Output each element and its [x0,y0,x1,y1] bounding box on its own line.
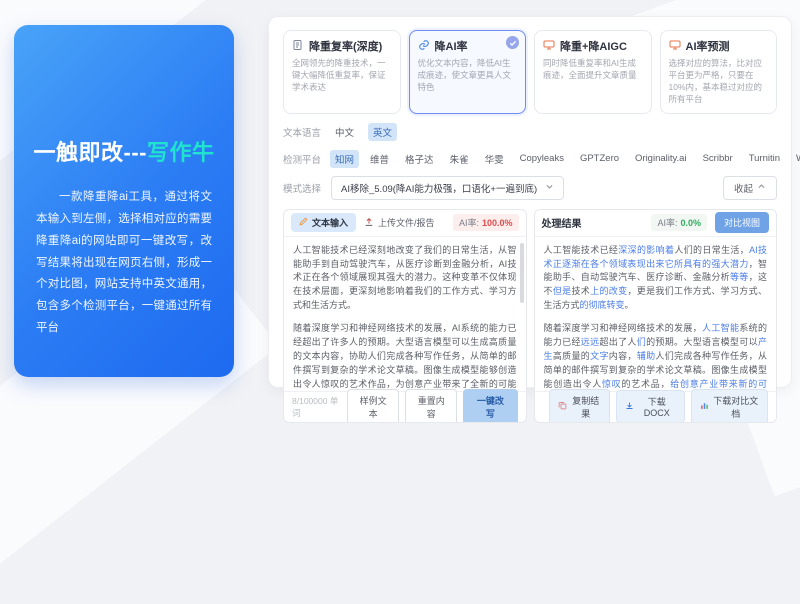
copy-icon [558,401,567,412]
language-row: 文本语言 中文 英文 [283,123,777,141]
input-textarea[interactable]: 人工智能技术已经深刻地改变了我们的日常生活，从智能助手到自动驾驶汽车，从医疗诊断… [284,237,526,391]
platform-option[interactable]: 维普 [365,150,394,168]
language-option-english[interactable]: 英文 [368,123,397,141]
ai-rate-label: AI率: [459,216,479,229]
feature-card-reduce-dup-aigc[interactable]: 降重+降AIGC 同时降低重复率和AI生成痕迹，全面提升文章质量 [534,30,652,114]
mode-select-value: AI移除_5.09(降AI能力极强，口语化+一遍到底) [341,181,537,195]
hero-title-main: 一触即改--- [34,140,147,165]
platform-option[interactable]: Originality.ai [630,151,692,166]
feature-card-title: AI率预测 [686,38,730,54]
feature-card-ai-rate-predict[interactable]: AI率预测 选择对应的算法，比对应平台更为严格，只要在10%内，基本稳过对应的所… [660,30,778,114]
reset-content-button[interactable]: 重置内容 [405,389,457,423]
platform-option[interactable]: 知网 [330,150,359,168]
feature-card-title: 降重+降AIGC [560,38,627,54]
pencil-icon [299,217,308,228]
monitor-icon [543,39,555,54]
result-paragraph: 人工智能技术已经深深的影响着人们的日常生活，AI技术正逐渐在各个领域表现出来它所… [544,244,768,314]
mode-label: 模式选择 [283,181,321,195]
platform-option[interactable]: Turnitin [744,151,785,166]
result-panel: 处理结果 AI率: 0.0% 对比视图 人工智能技术已经深深的影响着人们的日常生… [534,209,778,423]
input-paragraph: 人工智能技术已经深刻地改变了我们的日常生活，从智能助手到自动驾驶汽车，从医疗诊断… [293,244,517,314]
language-option-chinese[interactable]: 中文 [330,123,359,141]
feature-card-title: 降AI率 [435,38,468,54]
input-panel-header: 文本输入 上传文件/报告 AI率: 100.0% [284,210,526,237]
download-compare-doc-label: 下载对比文档 [713,394,759,420]
feature-card-desc: 优化文本内容，降低AI生成痕迹，使文章更具人文特色 [418,58,518,94]
link-icon [418,39,430,54]
document-edit-icon [292,39,304,54]
chevron-down-icon [545,182,554,194]
hero-panel: 一触即改---写作牛 一款降重降ai工具，通过将文本输入到左侧，选择相对应的需要… [14,25,234,377]
tab-upload-file[interactable]: 上传文件/报告 [364,216,435,229]
platform-option[interactable]: 朱雀 [445,150,474,168]
mode-row: 模式选择 AI移除_5.09(降AI能力极强，口语化+一遍到底) 收起 [283,176,777,200]
platform-label: 检测平台 [283,152,321,166]
scrollbar[interactable] [520,243,524,303]
result-text-area[interactable]: 人工智能技术已经深深的影响着人们的日常生活，AI技术正逐渐在各个领域表现出来它所… [535,237,777,391]
compare-view-button[interactable]: 对比视图 [715,212,769,233]
feature-card-desc: 选择对应的算法，比对应平台更为严格，只要在10%内，基本稳过对应的所有平台 [669,58,769,106]
input-panel-footer: 8/100000 单词 样例文本 重置内容 一键改写 [284,391,526,422]
download-docx-button[interactable]: 下载DOCX [616,390,685,423]
result-panel-header: 处理结果 AI率: 0.0% 对比视图 [535,210,777,237]
rewrite-button[interactable]: 一键改写 [463,389,517,423]
platform-list: 知网维普格子达朱雀华雯 Copyleaks GPTZero Originality.a… [330,150,800,168]
platform-row: 检测平台 知网维普格子达朱雀华雯 Copyleaks GPTZero Original… [283,150,777,168]
result-paragraph: 随着深度学习和神经网络技术的发展，人工智能系统的能力已经远远超出了人们的预期。大… [544,322,768,390]
ai-rate-value: 0.0% [680,218,701,228]
hero-description: 一款降重降ai工具，通过将文本输入到左侧，选择相对应的需要降重降ai的网站即可一… [36,187,212,340]
result-panel-footer: 复制结果 下载DOCX 下载对比文档 [535,391,777,422]
platform-option[interactable]: Copyleaks [515,151,569,166]
feature-card-title: 降重复率(深度) [309,38,382,54]
main-card: 降重复率(深度) 全网领先的降重技术，一键大幅降低重复率，保证学术表达 降AI率… [268,16,792,388]
result-panel-title: 处理结果 [542,215,582,230]
editor-panels: 文本输入 上传文件/报告 AI率: 100.0% 人工智能技术已经深刻地改变了我… [283,209,777,423]
hero-title: 一触即改---写作牛 [14,135,234,167]
feature-cards-row: 降重复率(深度) 全网领先的降重技术，一键大幅降低重复率，保证学术表达 降AI率… [283,30,777,114]
feature-card-desc: 同时降低重复率和AI生成痕迹，全面提升文章质量 [543,58,643,82]
ai-rate-value: 100.0% [482,218,513,228]
tab-text-input-label: 文本输入 [312,216,348,229]
download-docx-label: 下载DOCX [638,395,676,418]
bar-chart-icon [700,401,709,412]
input-panel: 文本输入 上传文件/报告 AI率: 100.0% 人工智能技术已经深刻地改变了我… [283,209,527,423]
upload-icon [364,217,374,229]
platform-option[interactable]: Winston AI [791,151,800,166]
hero-title-accent: 写作牛 [147,140,215,165]
download-icon [625,401,634,412]
platform-option[interactable]: Scribbr [698,151,738,166]
platform-option[interactable]: 格子达 [400,150,439,168]
feature-card-reduce-duplication[interactable]: 降重复率(深度) 全网领先的降重技术，一键大幅降低重复率，保证学术表达 [283,30,401,114]
tab-upload-file-label: 上传文件/报告 [378,216,435,229]
tab-text-input[interactable]: 文本输入 [291,213,356,232]
monitor-icon [669,39,681,54]
chevron-up-icon [757,182,766,194]
copy-result-label: 复制结果 [571,394,601,420]
result-ai-rate-badge: AI率: 0.0% [651,214,707,231]
word-count: 8/100000 单词 [292,395,341,419]
check-icon [506,36,519,49]
platform-option[interactable]: 华雯 [480,150,509,168]
collapse-label: 收起 [734,181,753,195]
input-paragraph: 随着深度学习和神经网络技术的发展，AI系统的能力已经超出了许多人的预期。大型语言… [293,322,517,390]
feature-card-reduce-ai-rate[interactable]: 降AI率 优化文本内容，降低AI生成痕迹，使文章更具人文特色 [409,30,527,114]
copy-result-button[interactable]: 复制结果 [549,389,610,423]
ai-rate-label: AI率: [657,216,677,229]
input-ai-rate-badge: AI率: 100.0% [453,214,519,231]
language-label: 文本语言 [283,125,321,139]
collapse-button[interactable]: 收起 [723,176,777,200]
download-compare-doc-button[interactable]: 下载对比文档 [691,389,768,423]
feature-card-desc: 全网领先的降重技术，一键大幅降低重复率，保证学术表达 [292,58,392,94]
platform-option[interactable]: GPTZero [575,151,624,166]
sample-text-button[interactable]: 样例文本 [347,389,399,423]
mode-select[interactable]: AI移除_5.09(降AI能力极强，口语化+一遍到底) [331,176,564,200]
